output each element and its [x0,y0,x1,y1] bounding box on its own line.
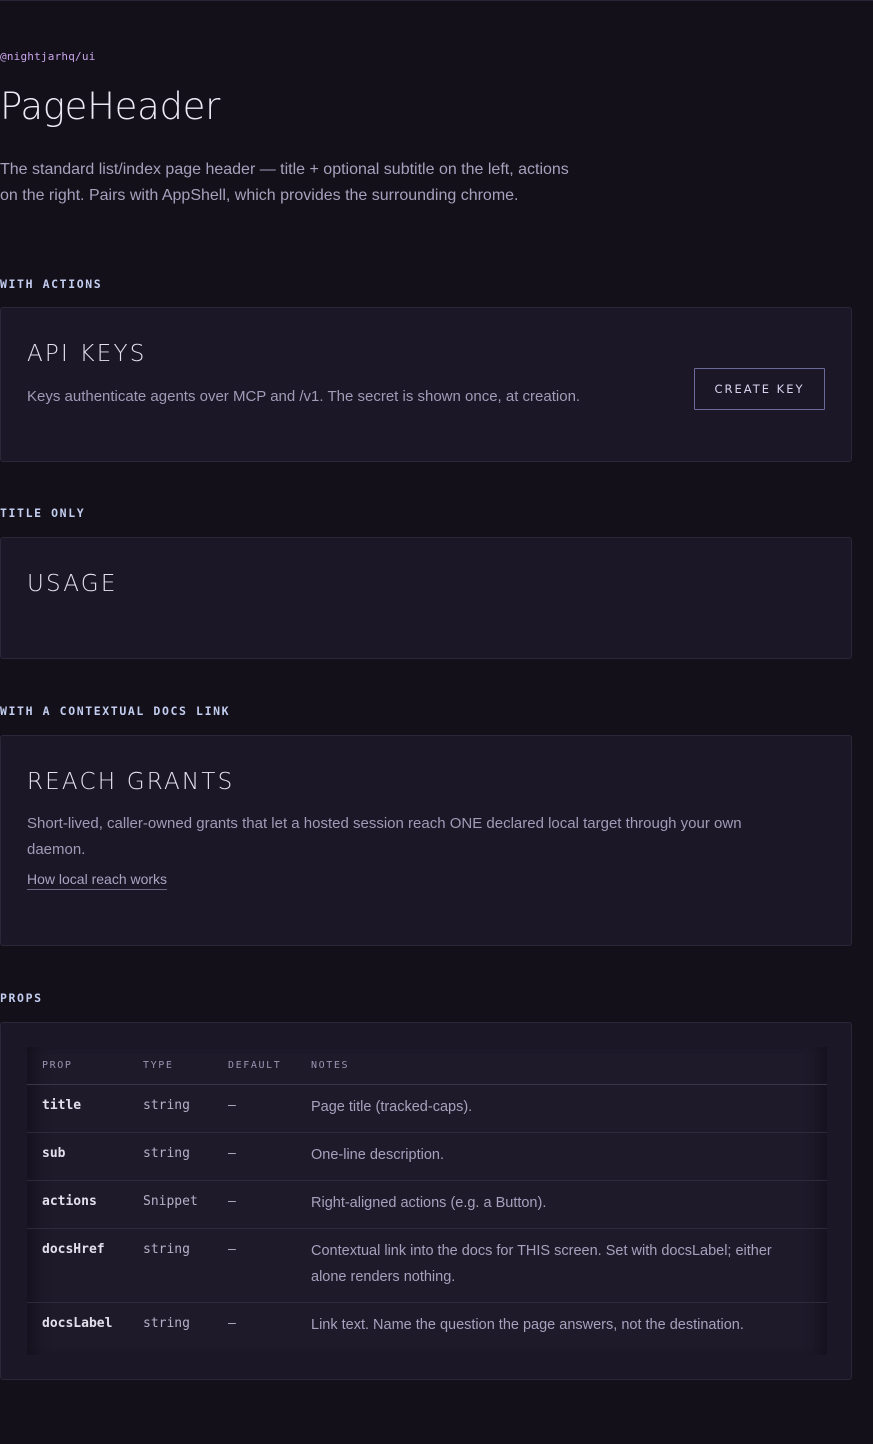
column-header-type: TYPE [128,1047,213,1085]
docs-link[interactable]: How local reach works [27,871,168,890]
page-description: The standard list/index page header — ti… [0,161,569,204]
prop-type: string [128,1084,213,1133]
prop-name: title [27,1084,128,1133]
prop-default: — [213,1228,296,1303]
card-subtitle: Keys authenticate agents over MCP and /v… [27,388,581,405]
section-label-with-actions: WITH ACTIONS [0,277,103,291]
package-name: @nightjarhq/ui [0,50,96,63]
table-row: actions Snippet — Right-aligned actions … [27,1180,827,1229]
table-row: docsLabel string — Link text. Name the q… [27,1303,827,1351]
page-title: PageHeader [0,85,221,128]
prop-name: sub [27,1132,128,1181]
props-table: PROP TYPE DEFAULT NOTES title string — P… [27,1047,827,1351]
card-title: USAGE [27,571,118,597]
card-subtitle: Short-lived, caller-owned grants that le… [27,815,742,858]
prop-default: — [213,1180,296,1229]
props-table-wrapper: PROP TYPE DEFAULT NOTES title string — P… [27,1047,827,1355]
prop-type: string [128,1132,213,1181]
card-title: API KEYS [27,341,147,367]
props-card: PROP TYPE DEFAULT NOTES title string — P… [0,1022,852,1380]
column-header-default: DEFAULT [213,1047,296,1085]
prop-default: — [213,1084,296,1133]
example-card-docs-link: REACH GRANTS Short-lived, caller-owned g… [0,735,852,946]
column-header-notes: NOTES [296,1047,827,1085]
prop-notes: Contextual link into the docs for THIS s… [296,1228,827,1303]
card-title: REACH GRANTS [27,769,235,795]
prop-default: — [213,1132,296,1181]
prop-name: docsHref [27,1228,128,1303]
prop-type: Snippet [128,1180,213,1229]
prop-type: string [128,1228,213,1303]
prop-notes: Link text. Name the question the page an… [311,1317,744,1333]
table-row: docsHref string — Contextual link into t… [27,1228,827,1303]
table-header-row: PROP TYPE DEFAULT NOTES [27,1047,827,1085]
prop-default: — [228,1316,236,1331]
prop-notes: One-line description. [296,1132,827,1181]
prop-name: actions [27,1180,128,1229]
prop-name: docsLabel [42,1316,113,1331]
section-label-docs-link: WITH A CONTEXTUAL DOCS LINK [0,704,231,718]
table-row: title string — Page title (tracked-caps)… [27,1084,827,1133]
example-card-title-only: USAGE [0,537,852,659]
section-label-props: PROPS [0,991,43,1005]
example-card-with-actions: API KEYS Keys authenticate agents over M… [0,307,852,462]
column-header-prop: PROP [27,1047,128,1085]
prop-notes: Page title (tracked-caps). [296,1084,827,1133]
create-key-button[interactable]: CREATE KEY [694,368,825,410]
table-row: sub string — One-line description. [27,1132,827,1181]
prop-notes: Right-aligned actions (e.g. a Button). [296,1180,827,1229]
section-label-title-only: TITLE ONLY [0,506,86,520]
prop-type: string [143,1316,190,1331]
